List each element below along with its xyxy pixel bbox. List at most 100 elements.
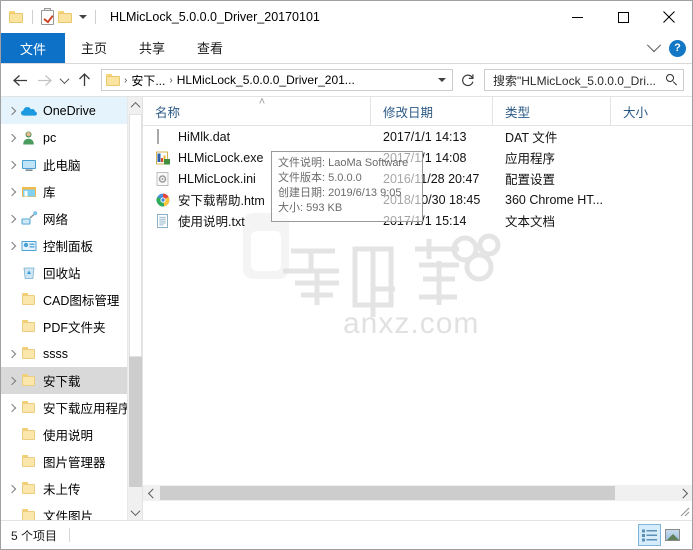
customize-dropdown-icon[interactable] bbox=[79, 15, 87, 19]
file-name-label: 使用说明.txt bbox=[178, 215, 245, 229]
search-icon[interactable] bbox=[666, 73, 679, 87]
expander-icon[interactable] bbox=[3, 182, 20, 202]
sidebar-item-instructions[interactable]: 使用说明 bbox=[1, 421, 142, 448]
expander-icon[interactable] bbox=[3, 479, 20, 499]
quick-access-toolbar bbox=[9, 7, 100, 25]
sidebar-item-pc[interactable]: pc bbox=[1, 124, 142, 151]
sidebar-item-recycle-bin[interactable]: 回收站 bbox=[1, 259, 142, 286]
sidebar-item-label: CAD图标管理 bbox=[43, 294, 120, 308]
scroll-right-icon[interactable] bbox=[676, 485, 692, 501]
folder-icon bbox=[20, 292, 38, 308]
expander-icon[interactable] bbox=[3, 344, 20, 364]
window-title: HLMicLock_5.0.0.0_Driver_20170101 bbox=[110, 10, 320, 24]
properties-icon[interactable] bbox=[41, 7, 54, 25]
control-panel-icon bbox=[20, 238, 38, 254]
scroll-up-icon[interactable] bbox=[128, 97, 142, 114]
folder-icon bbox=[20, 373, 38, 389]
sidebar-item-not-uploaded[interactable]: 未上传 bbox=[1, 475, 142, 502]
expander-icon[interactable] bbox=[3, 101, 20, 121]
refresh-button[interactable] bbox=[457, 69, 479, 91]
large-icons-view-button[interactable] bbox=[661, 524, 684, 546]
expander-icon[interactable] bbox=[3, 209, 20, 229]
ribbon-right-controls: ? bbox=[646, 33, 686, 63]
folder-icon[interactable] bbox=[9, 11, 24, 23]
expander-icon[interactable] bbox=[3, 236, 20, 256]
toolbar-divider bbox=[32, 10, 33, 24]
folder-icon bbox=[20, 427, 38, 443]
back-button[interactable] bbox=[9, 69, 31, 91]
sidebar-item-cad-icon-manager[interactable]: CAD图标管理 bbox=[1, 286, 142, 313]
sidebar-item-picture-manager[interactable]: 图片管理器 bbox=[1, 448, 142, 475]
table-row[interactable]: HLMicLock.exe 2017/1/1 14:08 应用程序 bbox=[143, 147, 692, 168]
sidebar-item-control-panel[interactable]: 控制面板 bbox=[1, 232, 142, 259]
help-icon[interactable]: ? bbox=[669, 39, 686, 57]
details-view-button[interactable] bbox=[638, 524, 661, 546]
status-divider bbox=[69, 528, 71, 542]
maximize-button[interactable] bbox=[600, 1, 646, 33]
item-count-label: 5 个项目 bbox=[11, 528, 58, 543]
navigation-pane: OneDrive pc 此电脑 库 网络 控制面板 回收站 CAD图标管理 PD… bbox=[1, 97, 142, 521]
breadcrumb-dropdown-icon[interactable] bbox=[434, 70, 450, 90]
up-button[interactable] bbox=[73, 69, 95, 91]
tab-view[interactable]: 查看 bbox=[181, 33, 239, 63]
expander-icon[interactable] bbox=[3, 371, 20, 391]
sidebar-item-libraries[interactable]: 库 bbox=[1, 178, 142, 205]
file-type-cell: 文本文档 bbox=[505, 215, 556, 229]
recent-locations-button[interactable] bbox=[57, 69, 71, 91]
sidebar-item-anxiazai[interactable]: 安下载 bbox=[1, 367, 142, 394]
horizontal-scrollbar[interactable] bbox=[143, 485, 692, 501]
navigation-pane-scrollbar[interactable] bbox=[127, 97, 142, 521]
column-header-name-label: 名称 bbox=[155, 105, 181, 120]
scroll-down-icon[interactable] bbox=[128, 504, 142, 521]
chevron-down-icon[interactable] bbox=[646, 38, 662, 53]
column-header-name[interactable]: 名称 ˄ bbox=[143, 97, 371, 125]
ini-file-icon bbox=[155, 171, 171, 187]
minimize-button[interactable] bbox=[554, 1, 600, 33]
sidebar-item-ssss[interactable]: ssss bbox=[1, 340, 142, 367]
column-header-type[interactable]: 类型 bbox=[493, 97, 611, 125]
column-header-date[interactable]: 修改日期 bbox=[371, 97, 493, 125]
resize-grip[interactable] bbox=[678, 505, 690, 517]
file-name-cell[interactable]: 使用说明.txt bbox=[143, 211, 371, 230]
file-name-cell[interactable]: HLMicLock.ini bbox=[143, 171, 371, 187]
expander-icon[interactable] bbox=[3, 398, 20, 418]
file-name-cell[interactable]: 安下载帮助.htm bbox=[143, 190, 371, 209]
table-row[interactable]: 使用说明.txt 2017/1/1 15:14 文本文档 bbox=[143, 210, 692, 231]
close-button[interactable] bbox=[646, 1, 692, 33]
tab-file[interactable]: 文件 bbox=[1, 33, 66, 63]
breadcrumb[interactable]: › 安下... › HLMicLock_5.0.0.0_Driver_201..… bbox=[101, 69, 453, 91]
watermark-domain: anxz.com bbox=[343, 307, 479, 340]
sidebar-item-label: 库 bbox=[43, 186, 56, 200]
file-name-cell[interactable]: HLMicLock.exe bbox=[143, 150, 371, 166]
table-row[interactable]: HLMicLock.ini 2016/11/28 20:47 配置设置 bbox=[143, 168, 692, 189]
breadcrumb-item-0[interactable]: 安下... bbox=[128, 72, 168, 89]
sidebar-item-this-pc[interactable]: 此电脑 bbox=[1, 151, 142, 178]
expander-icon[interactable] bbox=[3, 155, 20, 175]
search-input[interactable]: 搜索"HLMicLock_5.0.0.0_Dri... bbox=[484, 69, 684, 91]
sidebar-item-label: 安下载 bbox=[43, 375, 81, 389]
scroll-left-icon[interactable] bbox=[143, 485, 159, 501]
sidebar-item-label: PDF文件夹 bbox=[43, 321, 106, 335]
expander-icon[interactable] bbox=[3, 128, 20, 148]
sidebar-item-label: 使用说明 bbox=[43, 429, 94, 443]
sidebar-item-anxiazai-apps[interactable]: 安下载应用程序 bbox=[1, 394, 142, 421]
sidebar-item-network[interactable]: 网络 bbox=[1, 205, 142, 232]
column-header-size-label: 大小 bbox=[623, 105, 649, 120]
table-row[interactable]: 安下载帮助.htm 2018/10/30 18:45 360 Chrome HT… bbox=[143, 189, 692, 210]
tab-home[interactable]: 主页 bbox=[65, 33, 123, 63]
file-date-cell: 2017/1/1 14:08 bbox=[383, 150, 467, 165]
table-row[interactable]: HiMlk.dat 2017/1/1 14:13 DAT 文件 bbox=[143, 126, 692, 147]
sidebar-item-onedrive[interactable]: OneDrive bbox=[1, 97, 142, 124]
breadcrumb-item-1[interactable]: HLMicLock_5.0.0.0_Driver_201... bbox=[174, 73, 358, 87]
sidebar-item-pdf-folder[interactable]: PDF文件夹 bbox=[1, 313, 142, 340]
forward-button[interactable] bbox=[33, 69, 55, 91]
file-name-cell[interactable]: HiMlk.dat bbox=[143, 128, 371, 145]
sidebar-item-file-pictures[interactable]: 文件图片 bbox=[1, 502, 142, 521]
horizontal-scrollbar-thumb[interactable] bbox=[160, 486, 615, 500]
column-header-size[interactable]: 大小 bbox=[611, 97, 691, 125]
new-folder-icon[interactable] bbox=[58, 11, 73, 23]
tab-share[interactable]: 共享 bbox=[123, 33, 181, 63]
scrollbar-thumb[interactable] bbox=[129, 357, 142, 487]
